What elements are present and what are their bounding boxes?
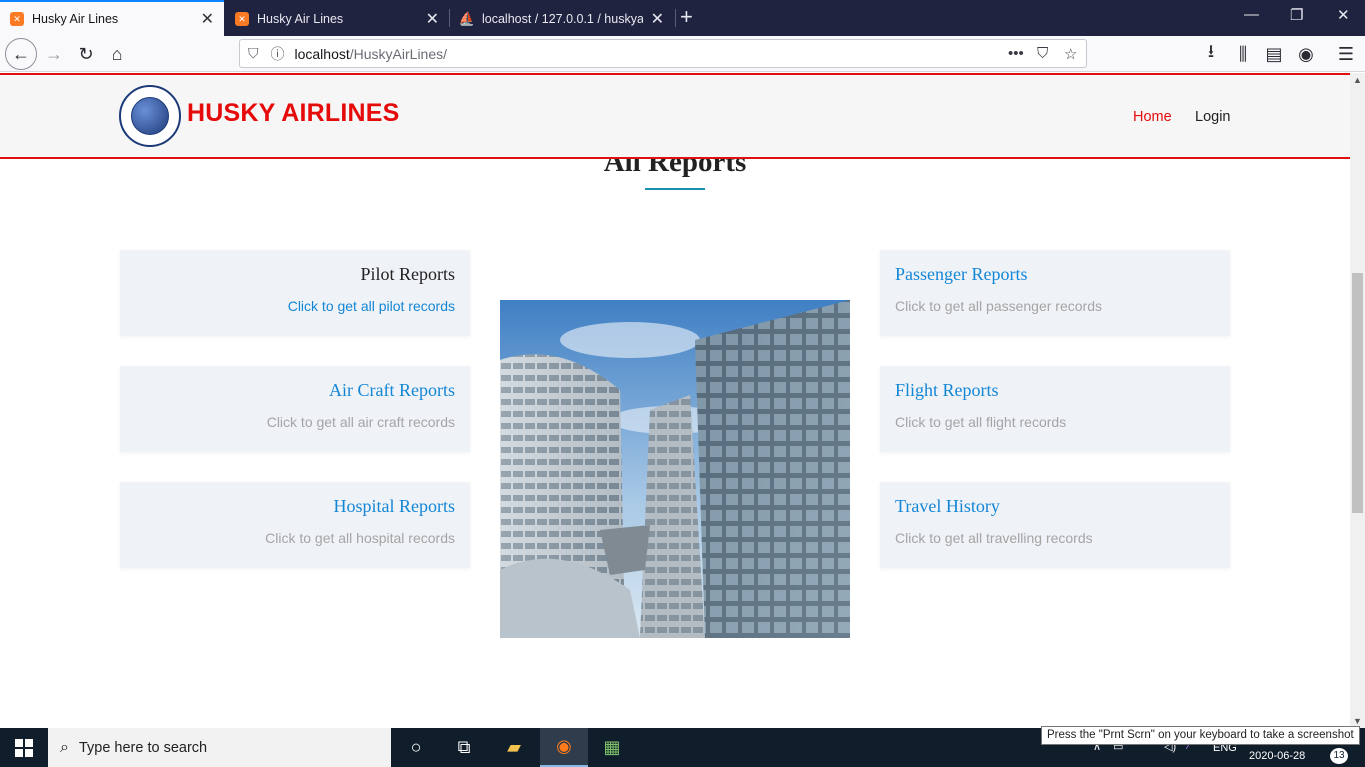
- site-header: HUSKY AIRLINES Home Login: [0, 73, 1350, 159]
- brand-name[interactable]: HUSKY AIRLINES: [187, 99, 400, 128]
- card-hospital-reports[interactable]: Hospital Reports Click to get all hospit…: [120, 482, 470, 568]
- card-travel-history[interactable]: Travel History Click to get all travelli…: [880, 482, 1230, 568]
- search-icon: ⌕: [60, 738, 69, 756]
- reload-icon[interactable]: ↻: [72, 41, 100, 67]
- browser-toolbar: ← → ↻ ⌂ ⛉ ⓘ localhost/HuskyAirLines/ •••…: [0, 36, 1365, 72]
- close-tab-icon[interactable]: ✕: [201, 9, 214, 29]
- close-tab-icon[interactable]: ✕: [651, 9, 664, 29]
- library-icon[interactable]: ⫼: [1229, 41, 1257, 67]
- card-flight-reports[interactable]: Flight Reports Click to get all flight r…: [880, 366, 1230, 452]
- scroll-down-icon[interactable]: ▼: [1353, 716, 1362, 726]
- nav-home-link[interactable]: Home: [1133, 109, 1172, 125]
- card-passenger-reports[interactable]: Passenger Reports Click to get all passe…: [880, 250, 1230, 336]
- downloads-icon[interactable]: ⭳: [1197, 41, 1225, 67]
- search-placeholder: Type here to search: [78, 739, 208, 756]
- tab-separator: [675, 9, 676, 27]
- firefox-icon[interactable]: ◉: [540, 728, 588, 767]
- phpmyadmin-icon: ⛵: [458, 11, 476, 26]
- address-bar[interactable]: ⛉ ⓘ localhost/HuskyAirLines/ ••• ⛉ ☆: [239, 39, 1087, 68]
- card-link[interactable]: Click to get all air craft records: [135, 414, 455, 430]
- home-icon[interactable]: ⌂: [103, 41, 131, 67]
- pocket-icon[interactable]: ⛉: [1037, 45, 1048, 62]
- close-window-icon[interactable]: ✕: [1337, 6, 1350, 24]
- menu-icon[interactable]: ☰: [1332, 41, 1360, 67]
- bookmark-star-icon[interactable]: ☆: [1064, 45, 1077, 63]
- card-link[interactable]: Click to get all flight records: [895, 414, 1215, 430]
- card-title[interactable]: Hospital Reports: [135, 496, 456, 517]
- file-explorer-icon[interactable]: ▰: [490, 728, 538, 767]
- card-aircraft-reports[interactable]: Air Craft Reports Click to get all air c…: [120, 366, 470, 452]
- card-link[interactable]: Click to get all travelling records: [895, 530, 1215, 546]
- page-actions-icon[interactable]: •••: [1008, 45, 1024, 62]
- tab-title: localhost / 127.0.0.1 / huskyairl: [482, 12, 643, 26]
- task-view-icon[interactable]: ⧉: [440, 728, 488, 767]
- card-title[interactable]: Passenger Reports: [895, 264, 1215, 285]
- minimize-icon[interactable]: —: [1244, 6, 1259, 23]
- card-pilot-reports[interactable]: Pilot Reports Click to get all pilot rec…: [120, 250, 470, 336]
- office-buildings-photo: [500, 300, 850, 638]
- shield-icon[interactable]: ⛉: [248, 45, 259, 62]
- browser-tab-bar: ✕ Husky Air Lines ✕ ✕ Husky Air Lines ✕ …: [0, 0, 1365, 36]
- tab-husky-air-lines-2[interactable]: ✕ Husky Air Lines ✕: [225, 2, 449, 36]
- nav-login-link[interactable]: Login: [1195, 109, 1230, 125]
- united-logo[interactable]: [119, 85, 181, 147]
- tab-phpmyadmin[interactable]: ⛵ localhost / 127.0.0.1 / huskyairl ✕: [450, 2, 674, 36]
- card-link[interactable]: Click to get all passenger records: [895, 298, 1215, 314]
- new-tab-icon[interactable]: +: [680, 4, 693, 30]
- app-icon[interactable]: ▦: [588, 728, 636, 767]
- scroll-up-icon[interactable]: ▲: [1353, 75, 1362, 85]
- tab-title: Husky Air Lines: [32, 12, 119, 26]
- page-scrollbar[interactable]: ▲ ▼: [1350, 73, 1365, 728]
- url-path: /HuskyAirLines/: [349, 45, 448, 62]
- info-icon[interactable]: ⓘ: [271, 44, 285, 64]
- clock-date[interactable]: 2020-06-28: [1249, 750, 1305, 762]
- tab-husky-air-lines-1[interactable]: ✕ Husky Air Lines ✕: [0, 0, 224, 36]
- restore-icon[interactable]: ❐: [1290, 6, 1303, 24]
- forward-icon[interactable]: →: [40, 41, 68, 67]
- start-button[interactable]: [0, 728, 48, 767]
- taskbar-search-box[interactable]: ⌕ Type here to search: [48, 728, 391, 767]
- card-title[interactable]: Air Craft Reports: [135, 380, 455, 401]
- tab-title: Husky Air Lines: [257, 12, 344, 26]
- card-title[interactable]: Pilot Reports: [135, 264, 455, 285]
- card-link[interactable]: Click to get all hospital records: [135, 530, 455, 546]
- card-link[interactable]: Click to get all pilot records: [135, 298, 455, 314]
- card-title[interactable]: Flight Reports: [895, 380, 1215, 401]
- screenshot-tooltip: Press the "Prnt Scrn" on your keyboard t…: [1041, 726, 1360, 745]
- url-host: localhost: [294, 45, 350, 62]
- cortana-icon[interactable]: ○: [392, 728, 440, 767]
- buildings-illustration: [500, 300, 850, 638]
- windows-logo-icon: [15, 738, 33, 757]
- xampp-icon: ✕: [235, 12, 249, 26]
- back-icon[interactable]: ←: [5, 38, 37, 70]
- scrollbar-thumb[interactable]: [1352, 273, 1363, 513]
- xampp-icon: ✕: [10, 12, 24, 26]
- close-tab-icon[interactable]: ✕: [426, 9, 439, 29]
- account-icon[interactable]: ◉: [1292, 41, 1320, 67]
- title-underline: [645, 188, 705, 190]
- sidebar-icon[interactable]: ▤: [1260, 41, 1288, 67]
- globe-icon: [131, 97, 169, 135]
- notification-badge[interactable]: 13: [1330, 748, 1348, 764]
- card-title[interactable]: Travel History: [895, 496, 1215, 517]
